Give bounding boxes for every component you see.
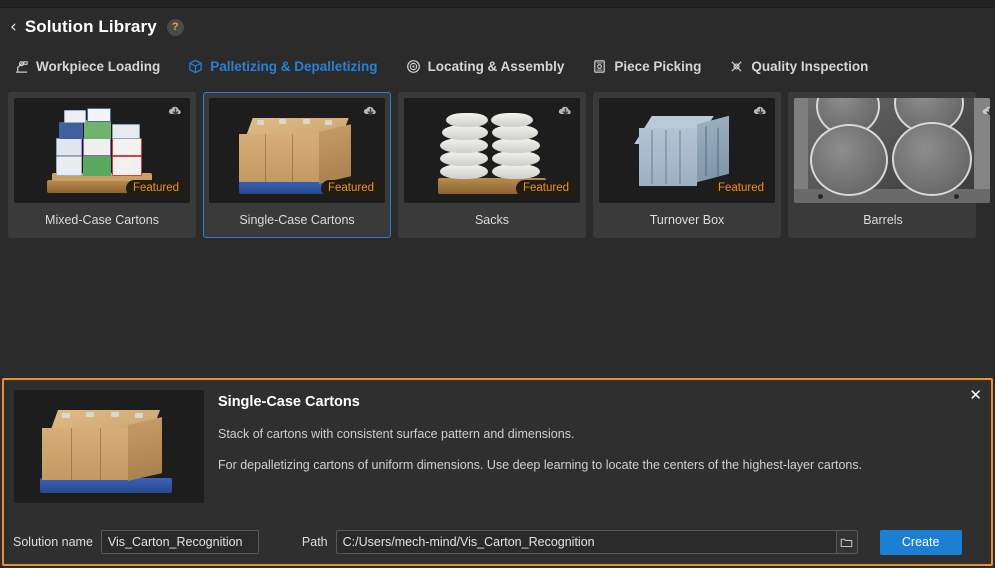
tab-label: Piece Picking: [614, 58, 702, 74]
barrels-illustration: [794, 98, 990, 203]
card-thumbnail: [794, 98, 990, 203]
solution-card-barrels[interactable]: Barrels: [788, 92, 990, 238]
download-cloud-icon[interactable]: [167, 103, 184, 120]
card-label: Turnover Box: [649, 213, 725, 227]
folder-icon: [840, 538, 853, 547]
page-title: Solution Library: [24, 17, 157, 36]
close-icon[interactable]: ✕: [969, 388, 982, 403]
back-chevron-icon[interactable]: ‹: [10, 18, 17, 36]
tab-piece-picking[interactable]: Piece Picking: [592, 59, 701, 74]
path-label: Path: [301, 535, 328, 549]
help-icon[interactable]: ?: [166, 18, 184, 36]
gear-target-icon: [406, 59, 421, 74]
solution-card-single-case-cartons[interactable]: Featured Single-Case Cartons: [203, 92, 391, 238]
solution-name-label: Solution name: [13, 535, 93, 549]
card-thumbnail: Featured: [599, 98, 775, 203]
create-button[interactable]: Create: [879, 529, 962, 555]
detail-description-1: Stack of cartons with consistent surface…: [218, 427, 575, 441]
featured-badge: Featured: [515, 180, 576, 197]
featured-badge: Featured: [710, 180, 771, 197]
detail-description-2: For depalletizing cartons of uniform dim…: [218, 458, 863, 472]
detail-title: Single-Case Cartons: [218, 394, 360, 410]
card-thumbnail: Featured: [209, 98, 385, 203]
card-label: Barrels: [863, 213, 903, 227]
tab-label: Workpiece Loading: [36, 58, 161, 74]
tab-label: Locating & Assembly: [427, 58, 565, 74]
tab-label: Quality Inspection: [751, 58, 869, 74]
detail-thumbnail: [14, 390, 204, 503]
card-label: Mixed-Case Cartons: [45, 213, 159, 227]
solution-name-input[interactable]: [100, 530, 259, 554]
solution-card-sacks[interactable]: Featured Sacks: [398, 92, 586, 238]
browse-folder-button[interactable]: [835, 530, 858, 554]
download-cloud-icon[interactable]: [752, 103, 769, 120]
download-cloud-icon[interactable]: [557, 103, 574, 120]
solution-card-mixed-case-cartons[interactable]: Featured Mixed-Case Cartons: [8, 92, 196, 238]
bin-icon: [592, 59, 607, 74]
card-label: Single-Case Cartons: [239, 213, 355, 227]
solution-create-form: Solution name Path Create: [4, 527, 995, 557]
inspection-icon: [729, 59, 744, 74]
box-3d-icon: [188, 59, 203, 74]
featured-badge: Featured: [320, 180, 381, 197]
title-bar-strip: [0, 0, 995, 8]
detail-text-block: Single-Case Cartons Stack of cartons wit…: [218, 390, 981, 513]
featured-badge: Featured: [125, 180, 186, 197]
solution-card-turnover-box[interactable]: Featured Turnover Box: [593, 92, 781, 238]
solution-detail-panel: ✕ Single-Case Cartons Stack of cartons w…: [2, 378, 993, 566]
card-thumbnail: Featured: [404, 98, 580, 203]
solution-card-row: Featured Mixed-Case Cartons Featured Sin…: [8, 92, 990, 238]
single-case-cartons-illustration: [14, 390, 204, 503]
card-label: Sacks: [474, 213, 510, 227]
category-tab-bar: Workpiece Loading Palletizing & Depallet…: [0, 50, 995, 82]
page-header: ‹ Solution Library ?: [0, 8, 995, 46]
tab-quality-inspection[interactable]: Quality Inspection: [729, 59, 868, 74]
download-cloud-icon[interactable]: [362, 103, 379, 120]
card-thumbnail: Featured: [14, 98, 190, 203]
detail-content: Single-Case Cartons Stack of cartons wit…: [4, 380, 991, 513]
path-input[interactable]: [335, 530, 836, 554]
tab-palletizing-depalletizing[interactable]: Palletizing & Depalletizing: [188, 58, 378, 74]
tab-locating-assembly[interactable]: Locating & Assembly: [406, 58, 565, 74]
tab-label: Palletizing & Depalletizing: [210, 58, 378, 74]
download-cloud-icon[interactable]: [981, 103, 990, 120]
tab-workpiece-loading[interactable]: Workpiece Loading: [14, 59, 160, 74]
robot-arm-icon: [14, 59, 29, 74]
